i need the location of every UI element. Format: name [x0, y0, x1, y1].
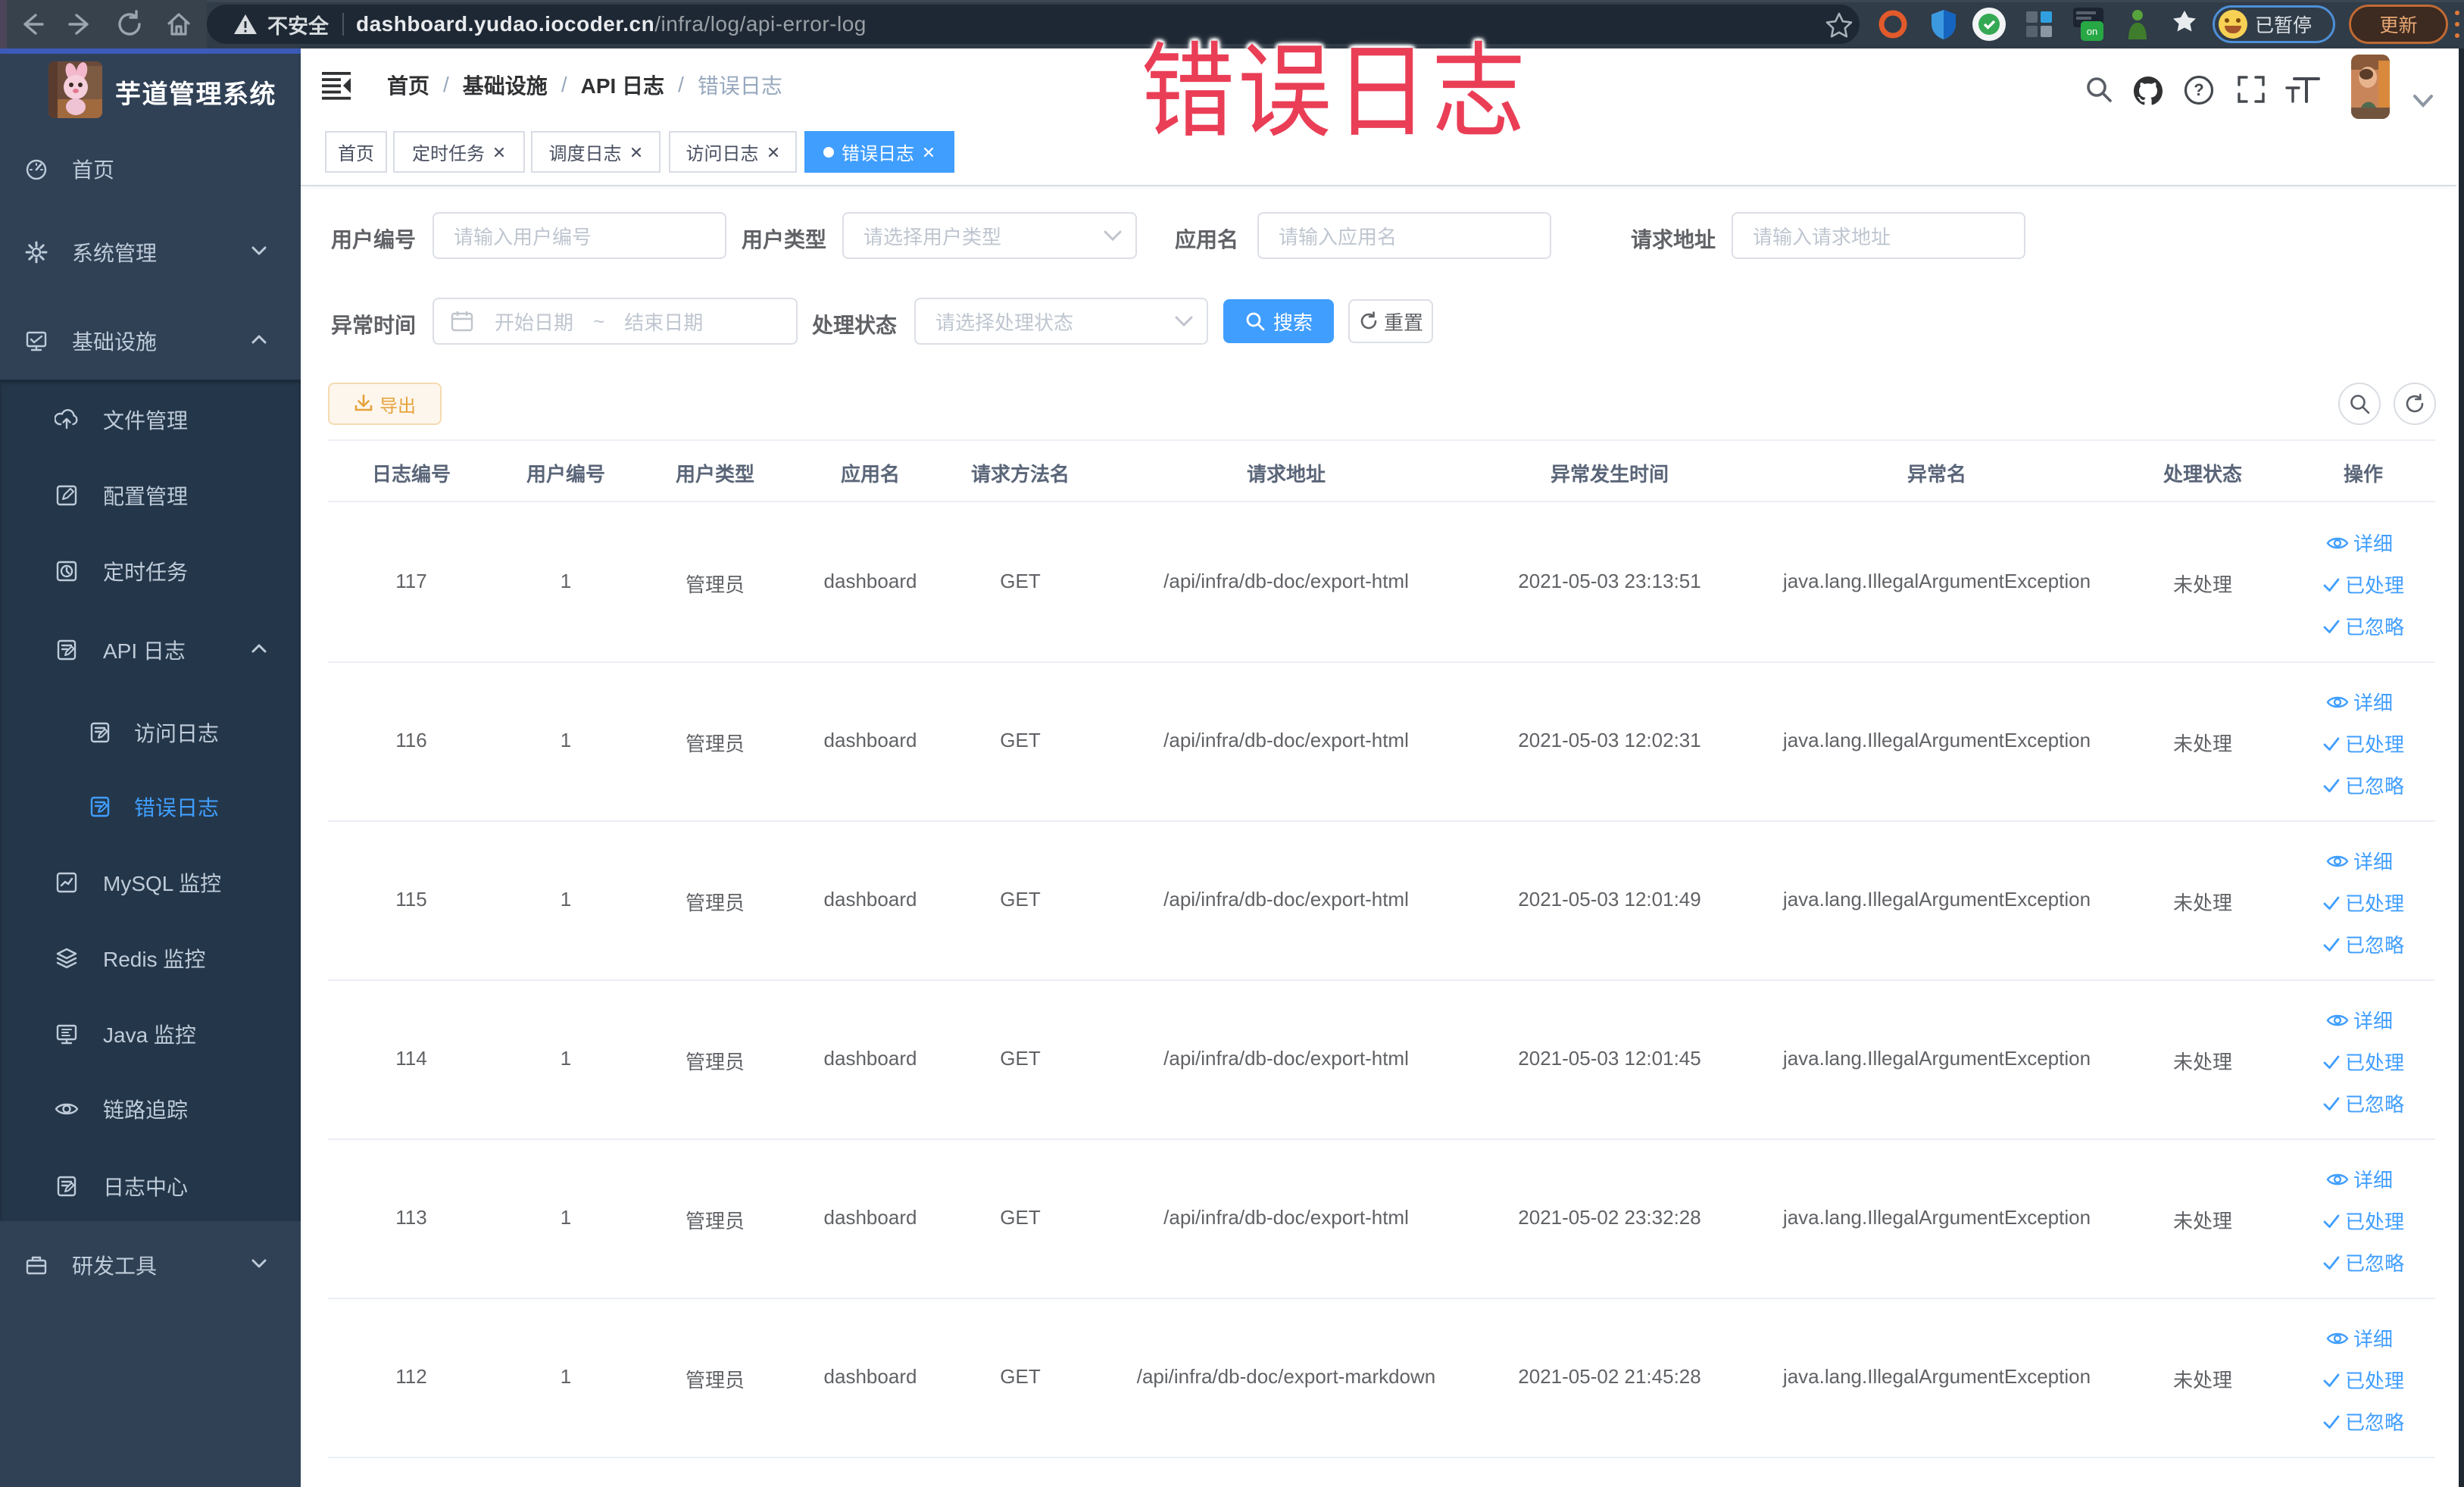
svg-text:on: on — [2087, 26, 2097, 37]
svg-text:?: ? — [2194, 80, 2203, 99]
